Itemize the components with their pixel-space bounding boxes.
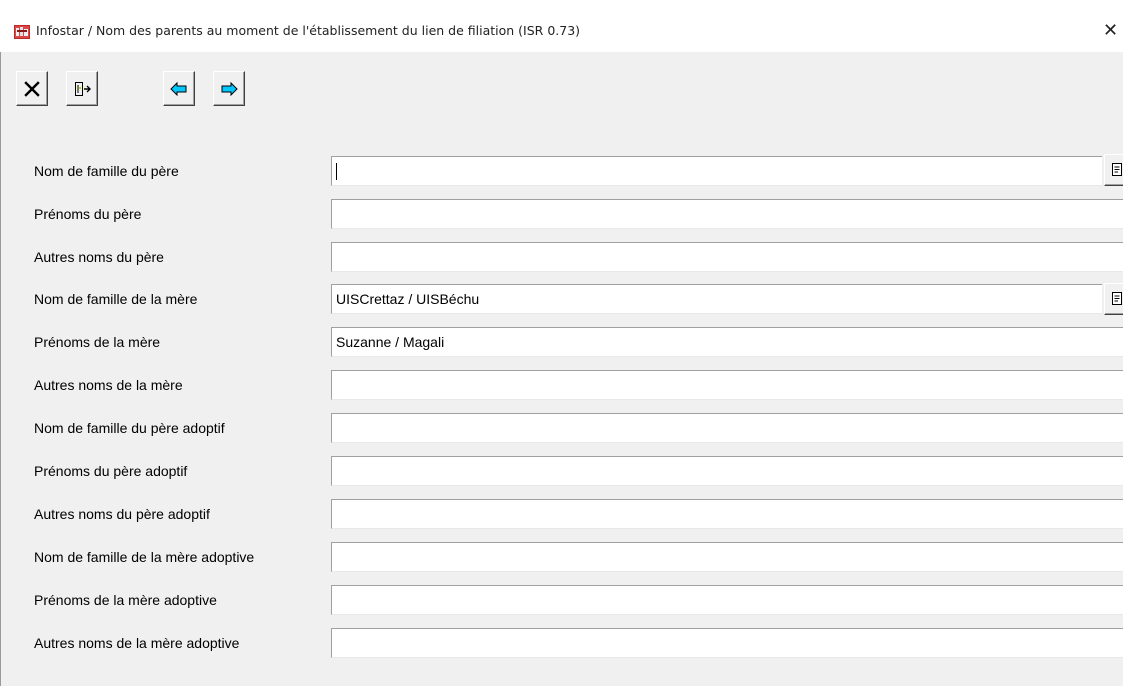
- text-caret: [336, 163, 337, 180]
- label-nom-famille-pere-adoptif: Nom de famille du père adoptif: [34, 420, 225, 436]
- exit-button[interactable]: [66, 71, 98, 106]
- close-icon: ✕: [1102, 20, 1119, 41]
- document-icon: [1112, 163, 1122, 176]
- label-nom-famille-mere-adoptive: Nom de famille de la mère adoptive: [34, 549, 255, 565]
- label-autres-noms-pere: Autres noms du père: [34, 249, 164, 265]
- close-record-button[interactable]: [16, 71, 48, 106]
- label-prenoms-mere-adoptive: Prénoms de la mère adoptive: [34, 592, 217, 608]
- nom-famille-mere-adoptive-input[interactable]: [331, 542, 1123, 572]
- autres-noms-mere-adoptive-input[interactable]: [331, 628, 1123, 658]
- door-exit-icon: [75, 81, 91, 96]
- label-prenoms-pere: Prénoms du père: [34, 206, 142, 222]
- nom-famille-pere-input[interactable]: [331, 156, 1102, 186]
- label-autres-noms-mere-adoptive: Autres noms de la mère adoptive: [34, 635, 240, 651]
- arrow-left-icon: [170, 81, 187, 96]
- label-autres-noms-mere: Autres noms de la mère: [34, 377, 183, 393]
- autres-noms-pere-adoptif-input[interactable]: [331, 499, 1123, 529]
- infostar-app-icon: [14, 25, 30, 39]
- prenoms-mere-input[interactable]: [331, 327, 1123, 357]
- autres-noms-pere-input[interactable]: [331, 242, 1123, 272]
- arrow-right-icon: [221, 81, 238, 96]
- title-bar: Infostar / Nom des parents au moment de …: [0, 0, 1123, 52]
- prenoms-mere-adoptive-input[interactable]: [331, 585, 1123, 615]
- window-left-border: [0, 52, 1, 686]
- nom-famille-mere-lookup-button[interactable]: [1104, 283, 1123, 315]
- label-nom-famille-mere: Nom de famille de la mère: [34, 291, 198, 307]
- prenoms-pere-adoptif-input[interactable]: [331, 456, 1123, 486]
- nom-famille-pere-lookup-button[interactable]: [1104, 154, 1123, 186]
- x-icon: [24, 80, 40, 97]
- window-title: Infostar / Nom des parents au moment de …: [36, 23, 581, 38]
- next-button[interactable]: [213, 71, 245, 106]
- label-prenoms-pere-adoptif: Prénoms du père adoptif: [34, 463, 188, 479]
- nom-famille-mere-input[interactable]: [331, 284, 1102, 314]
- autres-noms-mere-input[interactable]: [331, 370, 1123, 400]
- label-autres-noms-pere-adoptif: Autres noms du père adoptif: [34, 506, 210, 522]
- prenoms-pere-input[interactable]: [331, 199, 1123, 229]
- window-close-button[interactable]: ✕: [1098, 18, 1123, 44]
- nom-famille-pere-adoptif-input[interactable]: [331, 413, 1123, 443]
- label-nom-famille-pere: Nom de famille du père: [34, 163, 179, 179]
- document-icon: [1112, 292, 1122, 305]
- previous-button[interactable]: [163, 71, 195, 106]
- label-prenoms-mere: Prénoms de la mère: [34, 334, 161, 350]
